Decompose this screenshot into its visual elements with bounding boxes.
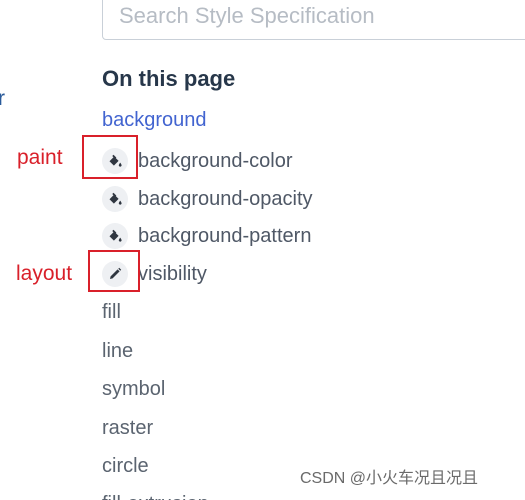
search-box[interactable]: [102, 0, 525, 40]
annotation-box-paint: [82, 135, 138, 179]
toc-link-fill[interactable]: fill: [102, 300, 121, 324]
toc-item-label: background-color: [138, 150, 293, 172]
toc-link-line[interactable]: line: [102, 339, 133, 363]
toc-item-label: background-pattern: [138, 225, 312, 247]
toc-link-fill-extrusion[interactable]: fill-extrusion: [102, 492, 209, 500]
toc-item-label: visibility: [138, 263, 207, 285]
watermark: CSDN @小火车况且况且: [300, 470, 479, 487]
toc-item-background-pattern[interactable]: background-pattern: [102, 222, 311, 250]
annotation-label-layout: layout: [16, 262, 73, 285]
search-input[interactable]: [119, 0, 519, 33]
toc-link-circle[interactable]: circle: [102, 454, 149, 478]
toc-item-label: background-opacity: [138, 188, 313, 210]
paint-bucket-icon: [102, 186, 128, 212]
toc-link-raster[interactable]: raster: [102, 416, 153, 440]
toc-link-background[interactable]: background: [102, 108, 207, 132]
toc-link-symbol[interactable]: symbol: [102, 377, 165, 401]
paint-bucket-icon: [102, 223, 128, 249]
sidebar-text-fragment: r: [0, 87, 5, 110]
toc-item-background-opacity[interactable]: background-opacity: [102, 185, 313, 213]
annotation-label-paint: paint: [17, 146, 63, 169]
annotation-box-layout: [88, 250, 140, 292]
page: r On this page background background-col…: [0, 0, 525, 500]
toc-heading: On this page: [102, 66, 236, 91]
